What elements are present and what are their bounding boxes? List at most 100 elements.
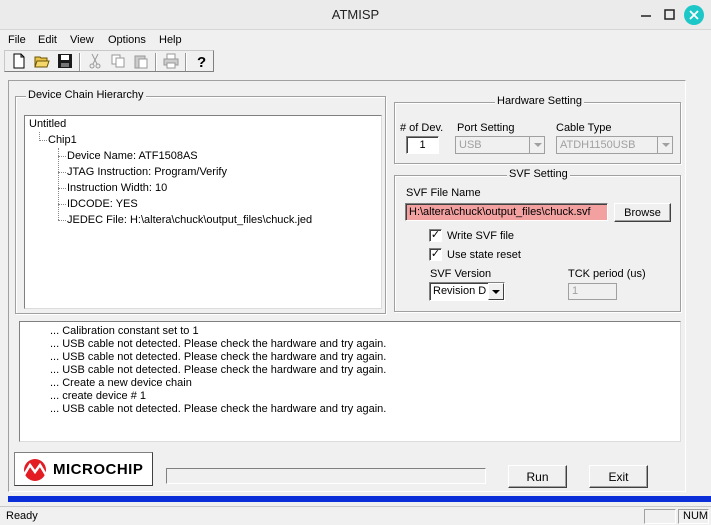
tree-node-device-name[interactable]: Device Name: ATF1508AS [67, 150, 198, 162]
browse-button-label: Browse [624, 206, 661, 219]
status-text: Ready [6, 510, 38, 522]
menu-bar: File Edit View Options Help [0, 32, 711, 50]
num-dev-label: # of Dev. [400, 122, 444, 134]
device-chain-tree[interactable]: Untitled Chip1 Device Name: ATF1508AS JT… [24, 115, 382, 309]
toolbar-separator [185, 53, 187, 71]
tck-period-input[interactable]: 1 [568, 283, 617, 300]
num-dev-field[interactable]: 1 [406, 136, 439, 154]
state-reset-checkbox[interactable]: ✓ [429, 248, 442, 261]
port-setting-select[interactable]: USB [455, 136, 545, 154]
svg-text:?: ? [197, 54, 206, 69]
tree-connector [58, 172, 66, 173]
cable-dropdown-button[interactable] [657, 137, 672, 153]
print-button[interactable] [163, 53, 179, 69]
hardware-setting-group-label: Hardware Setting [495, 95, 584, 107]
port-setting-label: Port Setting [457, 122, 515, 134]
exit-button-label: Exit [608, 469, 629, 484]
svf-version-select[interactable]: Revision D [429, 282, 505, 301]
title-bar: ATMISP [0, 0, 711, 30]
exit-button[interactable]: Exit [589, 465, 648, 488]
help-button[interactable]: ? [193, 53, 209, 71]
tree-node-jedec-file[interactable]: JEDEC File: H:\altera\chuck\output_files… [67, 214, 312, 226]
paste-button[interactable] [133, 53, 149, 69]
new-file-icon [13, 53, 25, 69]
tree-node-jtag-instruction[interactable]: JTAG Instruction: Program/Verify [67, 166, 227, 178]
minimize-button[interactable] [636, 5, 656, 25]
port-setting-value: USB [459, 139, 482, 151]
close-icon [689, 10, 699, 20]
num-dev-value: 1 [419, 139, 426, 151]
svf-version-value: Revision D [433, 285, 487, 297]
microchip-logo-icon [22, 459, 48, 481]
log-line: ... create device # 1 [50, 390, 146, 402]
write-svf-checkbox[interactable]: ✓ [429, 229, 442, 242]
run-button[interactable]: Run [508, 465, 567, 488]
toolbar-separator [79, 53, 81, 71]
svf-version-label: SVF Version [430, 268, 492, 280]
tree-connector [58, 148, 59, 220]
status-panel-empty [644, 509, 676, 524]
minimize-icon [641, 15, 651, 17]
microchip-logo: MICROCHIP [14, 452, 153, 486]
maximize-icon [664, 9, 675, 20]
tree-node-idcode[interactable]: IDCODE: YES [67, 198, 138, 210]
progress-bar [166, 468, 486, 484]
log-line: ... USB cable not detected. Please check… [50, 364, 387, 376]
svf-file-name-value: H:\altera\chuck\output_files\chuck.svf [409, 206, 591, 218]
log-line: ... Calibration constant set to 1 [50, 325, 199, 337]
cable-type-select[interactable]: ATDH1150USB [556, 136, 673, 154]
tree-connector [58, 188, 66, 189]
tree-connector [39, 140, 47, 141]
menu-edit[interactable]: Edit [38, 34, 57, 46]
menu-file[interactable]: File [8, 34, 26, 46]
blue-divider [8, 496, 711, 502]
tree-connector [58, 156, 66, 157]
tree-connector [58, 204, 66, 205]
maximize-button[interactable] [660, 5, 680, 25]
tck-period-label: TCK period (us) [568, 268, 646, 280]
log-line: ... USB cable not detected. Please check… [50, 351, 387, 363]
toolbar-separator [155, 53, 157, 71]
port-dropdown-button[interactable] [529, 137, 544, 153]
svf-version-dropdown-button[interactable] [488, 283, 504, 300]
tree-node-chip1[interactable]: Chip1 [48, 134, 77, 146]
write-svf-label: Write SVF file [447, 230, 515, 242]
open-folder-icon [34, 56, 50, 68]
tree-node-instruction-width[interactable]: Instruction Width: 10 [67, 182, 167, 194]
chevron-down-icon [534, 143, 542, 147]
cut-icon [89, 53, 101, 69]
copy-button[interactable] [110, 53, 126, 69]
chevron-down-icon [662, 143, 670, 147]
log-line: ... Create a new device chain [50, 377, 192, 389]
print-icon [163, 53, 179, 69]
toolbar: ? [4, 50, 214, 72]
new-file-button[interactable] [11, 53, 27, 69]
cable-type-label: Cable Type [556, 122, 612, 134]
tree-connector [58, 220, 66, 221]
copy-icon [111, 54, 125, 68]
log-output[interactable]: ... Calibration constant set to 1 ... US… [19, 321, 681, 442]
save-button[interactable] [57, 53, 73, 69]
window-title: ATMISP [331, 7, 380, 22]
svf-setting-group-label: SVF Setting [507, 168, 570, 180]
save-icon [58, 54, 72, 68]
state-reset-label: Use state reset [447, 249, 521, 261]
menu-options[interactable]: Options [108, 34, 146, 46]
close-button[interactable] [684, 5, 704, 25]
status-bar: Ready NUM [0, 506, 711, 525]
menu-help[interactable]: Help [159, 34, 182, 46]
help-icon: ? [197, 54, 206, 71]
device-chain-group-label: Device Chain Hierarchy [26, 89, 146, 101]
microchip-logo-text: MICROCHIP [53, 461, 144, 478]
open-button[interactable] [34, 53, 50, 69]
run-button-label: Run [526, 469, 549, 484]
menu-view[interactable]: View [70, 34, 94, 46]
browse-button[interactable]: Browse [614, 203, 671, 222]
svf-file-name-label: SVF File Name [406, 187, 481, 199]
num-indicator: NUM [683, 510, 709, 522]
paste-icon [134, 55, 148, 69]
svf-file-name-input[interactable]: H:\altera\chuck\output_files\chuck.svf [405, 203, 608, 221]
tree-root-untitled[interactable]: Untitled [29, 118, 66, 130]
cut-button[interactable] [87, 53, 103, 69]
status-panel-num: NUM [678, 509, 709, 524]
